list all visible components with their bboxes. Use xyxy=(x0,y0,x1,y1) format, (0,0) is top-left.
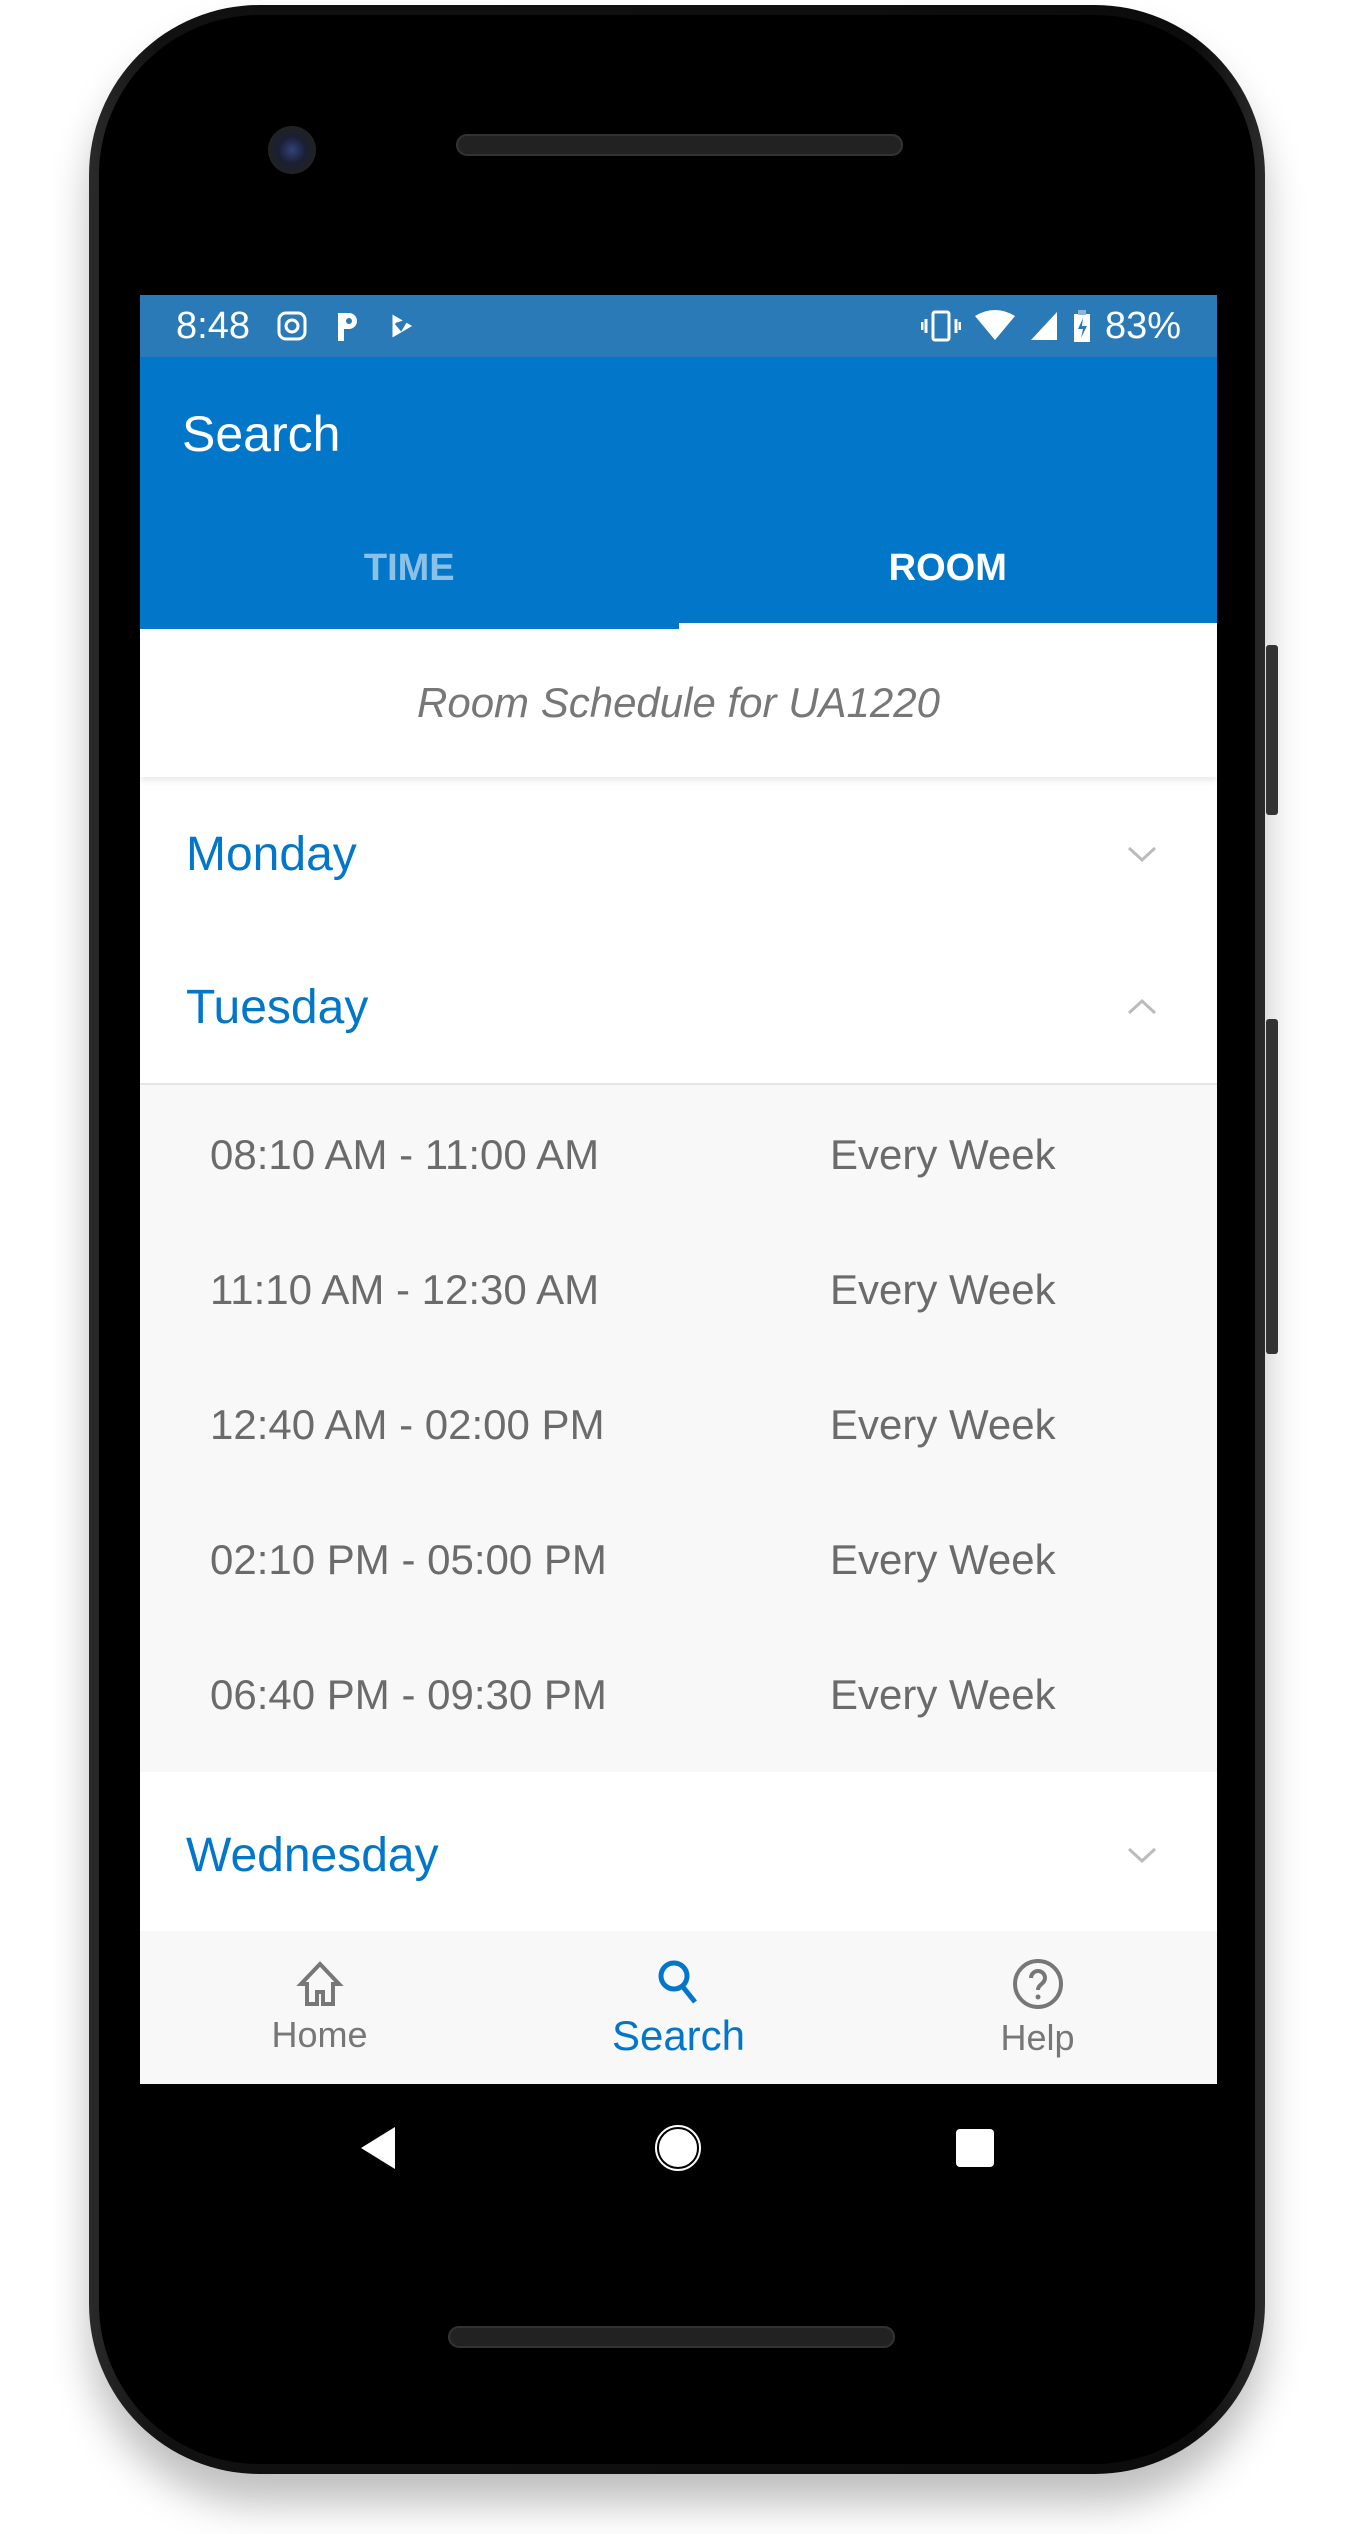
slot-time: 11:10 AM - 12:30 AM xyxy=(210,1265,600,1313)
check-app-icon xyxy=(389,309,418,343)
instagram-icon xyxy=(277,311,307,341)
chevron-down-icon xyxy=(1127,846,1157,863)
slot-time: 08:10 AM - 11:00 AM xyxy=(210,1130,600,1178)
slot-time: 06:40 PM - 09:30 PM xyxy=(210,1670,607,1718)
tab-room[interactable]: ROOM xyxy=(678,517,1218,629)
volume-button xyxy=(1266,1019,1278,1354)
home-icon xyxy=(295,1960,344,2006)
system-nav-bar xyxy=(140,2100,1217,2200)
day-label: Tuesday xyxy=(186,980,369,1034)
slot-recurrence: Every Week xyxy=(830,1130,1056,1178)
slot-row: 08:10 AM - 11:00 AM Every Week xyxy=(140,1087,1217,1222)
p-app-icon xyxy=(337,313,357,341)
home-circle-icon xyxy=(655,2125,701,2171)
day-wednesday[interactable]: Wednesday xyxy=(140,1772,1217,1938)
slot-recurrence: Every Week xyxy=(830,1400,1056,1448)
slot-row: 06:40 PM - 09:30 PM Every Week xyxy=(140,1627,1217,1762)
recents-button[interactable] xyxy=(955,2128,995,2173)
wifi-icon xyxy=(974,310,1015,340)
help-icon xyxy=(1012,1958,1063,2009)
schedule-title: Room Schedule for UA1220 xyxy=(140,629,1217,777)
signal-icon xyxy=(1030,312,1057,340)
nav-search[interactable]: Search xyxy=(499,1931,858,2084)
day-label: Wednesday xyxy=(186,1828,439,1882)
power-button xyxy=(1266,645,1278,815)
back-button[interactable] xyxy=(357,2125,397,2176)
day-label: Monday xyxy=(186,827,357,881)
screen: 8:48 83% Search TIME ROOM Room Schedule … xyxy=(140,295,1217,2084)
day-monday[interactable]: Monday xyxy=(140,777,1217,931)
recents-icon xyxy=(956,2129,994,2167)
clock: 8:48 xyxy=(176,304,250,347)
status-bar: 8:48 83% xyxy=(140,295,1217,357)
tuesday-slots: 08:10 AM - 11:00 AM Every Week 11:10 AM -… xyxy=(140,1085,1217,1772)
back-icon xyxy=(361,2127,395,2169)
slot-recurrence: Every Week xyxy=(830,1265,1056,1313)
slot-recurrence: Every Week xyxy=(830,1670,1056,1718)
front-camera xyxy=(268,126,316,174)
home-system-button[interactable] xyxy=(655,2125,701,2176)
day-tuesday[interactable]: Tuesday xyxy=(140,931,1217,1085)
nav-help[interactable]: Help xyxy=(858,1931,1217,2084)
slot-recurrence: Every Week xyxy=(830,1535,1056,1583)
app-bar: Search TIME ROOM xyxy=(140,357,1217,629)
vibrate-icon xyxy=(920,310,961,342)
nav-label: Help xyxy=(1000,2016,1075,2058)
bottom-nav: Home Search Help xyxy=(140,1931,1217,2084)
tab-bar: TIME ROOM xyxy=(140,517,1217,629)
tab-time[interactable]: TIME xyxy=(140,517,679,629)
top-speaker xyxy=(456,134,903,156)
chevron-down-icon xyxy=(1127,1847,1157,1864)
slot-row: 11:10 AM - 12:30 AM Every Week xyxy=(140,1222,1217,1357)
chevron-up-icon xyxy=(1127,998,1157,1015)
slot-row: 02:10 PM - 05:00 PM Every Week xyxy=(140,1492,1217,1627)
search-icon xyxy=(658,1960,697,2004)
nav-home[interactable]: Home xyxy=(140,1931,499,2084)
battery-charging-icon xyxy=(1073,310,1090,342)
slot-row: 12:40 AM - 02:00 PM Every Week xyxy=(140,1357,1217,1492)
bottom-speaker xyxy=(448,2326,895,2348)
page-title: Search xyxy=(182,406,341,462)
slot-time: 02:10 PM - 05:00 PM xyxy=(210,1535,607,1583)
nav-label: Search xyxy=(611,2011,746,2059)
nav-label: Home xyxy=(271,2013,368,2055)
slot-time: 12:40 AM - 02:00 PM xyxy=(210,1400,605,1448)
battery-percent: 83% xyxy=(1104,304,1181,347)
